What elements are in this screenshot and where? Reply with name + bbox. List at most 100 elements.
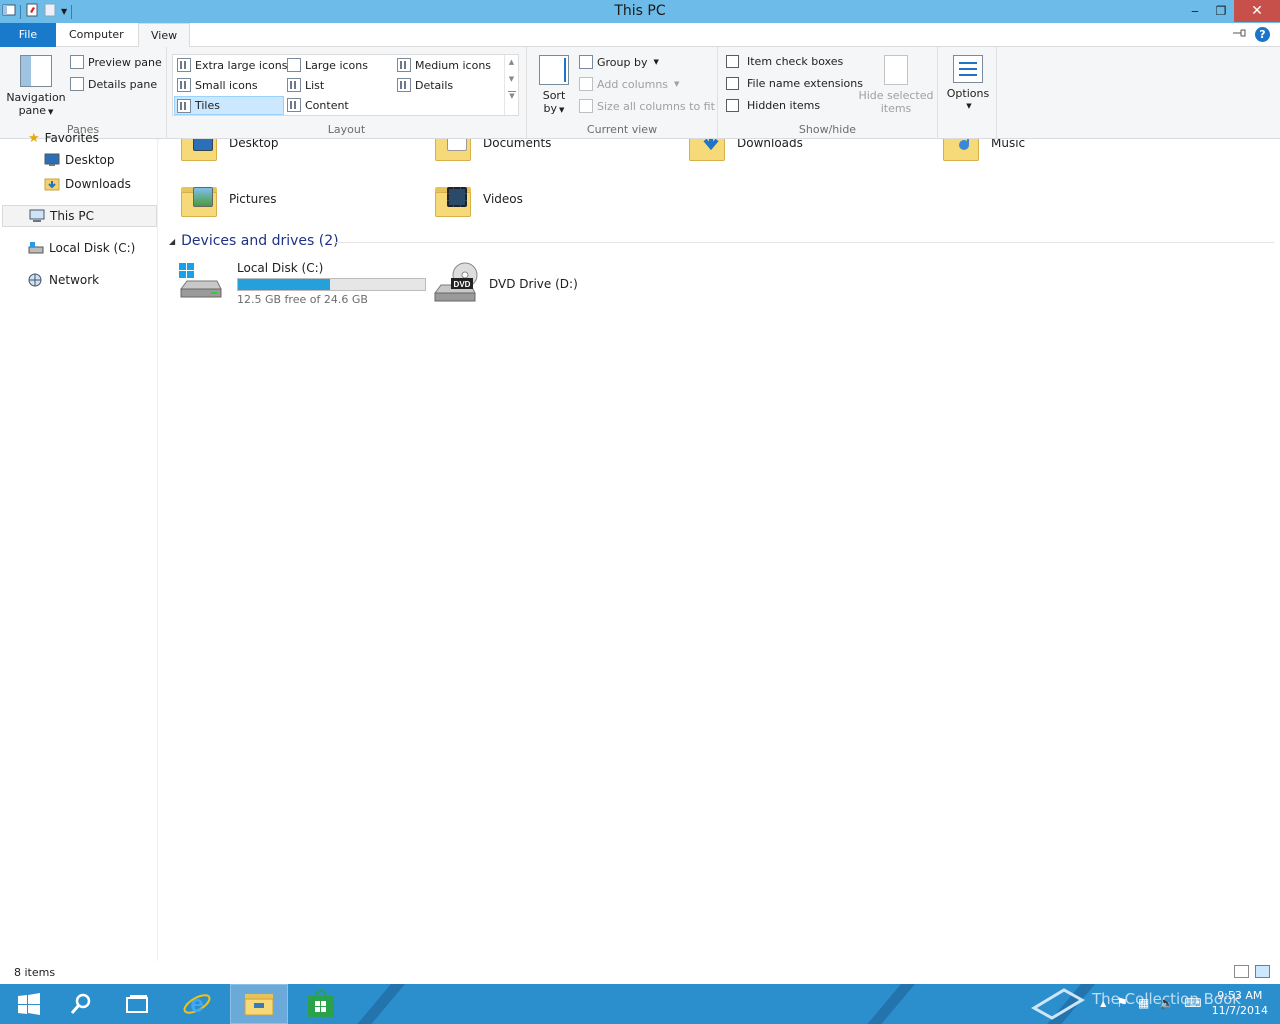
extra-large-icons-option[interactable]: Extra large icons bbox=[177, 58, 287, 72]
ribbon: Navigation pane ▼ Preview pane Details pa… bbox=[0, 47, 1280, 139]
tab-view[interactable]: View bbox=[138, 23, 191, 48]
sort-by-label-2: by bbox=[543, 102, 558, 115]
drive-c-name: Local Disk (C:) bbox=[237, 261, 324, 275]
nav-local-disk[interactable]: Local Disk (C:) bbox=[28, 237, 135, 259]
dvd-drive-icon: DVD bbox=[431, 261, 479, 307]
folder-label: Desktop bbox=[229, 139, 279, 150]
options-button[interactable]: Options ▼ bbox=[942, 55, 994, 113]
drive-c-usage-fill bbox=[238, 279, 330, 290]
star-icon: ★ bbox=[28, 130, 40, 146]
navigation-pane-icon bbox=[20, 55, 52, 87]
group-by-button[interactable]: Group by ▼ bbox=[579, 55, 659, 69]
search-icon bbox=[70, 993, 91, 1014]
add-columns-button[interactable]: Add columns ▼ bbox=[579, 77, 679, 91]
options-icon bbox=[953, 55, 983, 83]
minimize-button[interactable]: ‒ bbox=[1182, 0, 1208, 22]
more-layouts-icon[interactable]: ▼ bbox=[508, 91, 516, 100]
details-view-button[interactable] bbox=[1234, 965, 1249, 978]
group-by-icon bbox=[579, 55, 593, 69]
hidden-items-toggle[interactable]: Hidden items bbox=[726, 99, 820, 112]
close-button[interactable]: ✕ bbox=[1234, 0, 1280, 22]
preview-pane-button[interactable]: Preview pane bbox=[70, 55, 162, 69]
scroll-down-icon[interactable]: ▼ bbox=[505, 75, 518, 83]
help-icon[interactable]: ? bbox=[1255, 27, 1270, 42]
drive-local-disk-c[interactable]: Local Disk (C:) 12.5 GB free of 24.6 GB bbox=[177, 261, 426, 306]
tiles-option[interactable]: Tiles bbox=[174, 96, 284, 115]
nav-favorites[interactable]: ★ Favorites bbox=[28, 127, 99, 149]
large-icons-view-button[interactable] bbox=[1255, 965, 1270, 978]
hidden-items-checkbox[interactable] bbox=[726, 99, 739, 112]
details-label: Details bbox=[415, 78, 454, 92]
list-option[interactable]: List bbox=[287, 78, 324, 92]
nav-desktop[interactable]: Desktop bbox=[44, 149, 115, 171]
keyboard-icon[interactable]: ⌨ bbox=[1184, 996, 1201, 1010]
file-explorer-button[interactable] bbox=[230, 984, 288, 1024]
file-explorer-icon bbox=[244, 994, 274, 1016]
tab-computer[interactable]: Computer bbox=[57, 23, 136, 47]
hide-selected-label: Hide selected bbox=[858, 89, 934, 102]
file-name-extensions-toggle[interactable]: File name extensions bbox=[726, 77, 863, 90]
layout-gallery-scroll[interactable]: ▲ ▼ ▼ bbox=[504, 55, 518, 115]
folder-label: Downloads bbox=[737, 139, 803, 150]
tiles-icon bbox=[177, 98, 191, 113]
watermark-logo-icon bbox=[1030, 986, 1086, 1022]
sort-by-button[interactable]: Sort by ▼ bbox=[535, 55, 573, 117]
small-icons-option[interactable]: Small icons bbox=[177, 78, 258, 92]
hide-selected-items-button[interactable]: Hide selected items bbox=[856, 55, 936, 115]
details-option[interactable]: Details bbox=[397, 78, 453, 92]
search-button[interactable] bbox=[52, 984, 110, 1024]
large-icons-option[interactable]: Large icons bbox=[287, 58, 368, 72]
size-columns-icon bbox=[579, 99, 593, 113]
devices-and-drives-header[interactable]: ◢ Devices and drives (2) bbox=[169, 233, 339, 249]
nav-downloads[interactable]: Downloads bbox=[44, 173, 131, 195]
item-check-boxes-label: Item check boxes bbox=[747, 55, 844, 68]
options-label: Options bbox=[946, 87, 990, 100]
network-tray-icon[interactable]: ▦ bbox=[1138, 996, 1149, 1010]
show-hidden-icons-icon[interactable]: ▲ bbox=[1100, 999, 1106, 1008]
size-all-columns-button[interactable]: Size all columns to fit bbox=[579, 99, 715, 113]
restore-icon: ❐ bbox=[1215, 4, 1227, 18]
tab-file[interactable]: File bbox=[0, 23, 56, 47]
folder-videos[interactable]: Videos bbox=[433, 181, 523, 217]
collapse-triangle-icon[interactable]: ◢ bbox=[169, 237, 175, 246]
sort-by-icon bbox=[539, 55, 569, 85]
small-icons-icon bbox=[177, 78, 191, 92]
file-name-extensions-label: File name extensions bbox=[747, 77, 863, 90]
chevron-down-icon: ▼ bbox=[653, 58, 659, 66]
clock[interactable]: 9:53 AM 11/7/2014 bbox=[1212, 988, 1268, 1018]
start-button[interactable] bbox=[0, 984, 58, 1024]
store-button[interactable] bbox=[292, 984, 350, 1024]
task-view-button[interactable] bbox=[108, 984, 166, 1024]
medium-icons-option[interactable]: Medium icons bbox=[397, 58, 491, 72]
navigation-pane-button[interactable]: Navigation pane ▼ bbox=[6, 55, 66, 119]
internet-explorer-button[interactable]: e bbox=[168, 984, 226, 1024]
drive-dvd-d[interactable]: DVD DVD Drive (D:) bbox=[431, 261, 578, 307]
action-center-flag-icon[interactable]: ⚑ bbox=[1116, 996, 1128, 1011]
small-icons-label: Small icons bbox=[195, 78, 258, 92]
nav-network[interactable]: Network bbox=[28, 269, 99, 291]
navigation-pane-label: Navigation bbox=[6, 91, 66, 104]
scroll-up-icon[interactable]: ▲ bbox=[505, 58, 518, 66]
add-columns-icon bbox=[579, 77, 593, 91]
volume-icon[interactable]: 🔈 bbox=[1159, 996, 1174, 1010]
file-name-extensions-checkbox[interactable] bbox=[726, 77, 739, 90]
music-folder-icon bbox=[941, 139, 981, 161]
item-check-boxes-toggle[interactable]: Item check boxes bbox=[726, 55, 843, 68]
drive-c-usage-bar bbox=[237, 278, 426, 291]
folder-downloads[interactable]: Downloads bbox=[687, 139, 803, 161]
item-check-boxes-checkbox[interactable] bbox=[726, 55, 739, 68]
nav-this-pc[interactable]: This PC bbox=[2, 205, 157, 227]
restore-button[interactable]: ❐ bbox=[1208, 0, 1234, 22]
folder-documents[interactable]: Documents bbox=[433, 139, 551, 161]
dvd-badge-text: DVD bbox=[454, 280, 471, 289]
layout-group-label: Layout bbox=[327, 123, 366, 136]
content-option[interactable]: Content bbox=[287, 98, 349, 112]
details-pane-button[interactable]: Details pane bbox=[70, 77, 157, 91]
drive-d-name: DVD Drive (D:) bbox=[489, 277, 578, 291]
folder-music[interactable]: Music bbox=[941, 139, 1025, 161]
pin-ribbon-icon[interactable] bbox=[1231, 27, 1247, 42]
details-icon bbox=[397, 78, 411, 92]
folder-label: Pictures bbox=[229, 192, 277, 206]
folder-desktop[interactable]: Desktop bbox=[179, 139, 279, 161]
folder-pictures[interactable]: Pictures bbox=[179, 181, 277, 217]
